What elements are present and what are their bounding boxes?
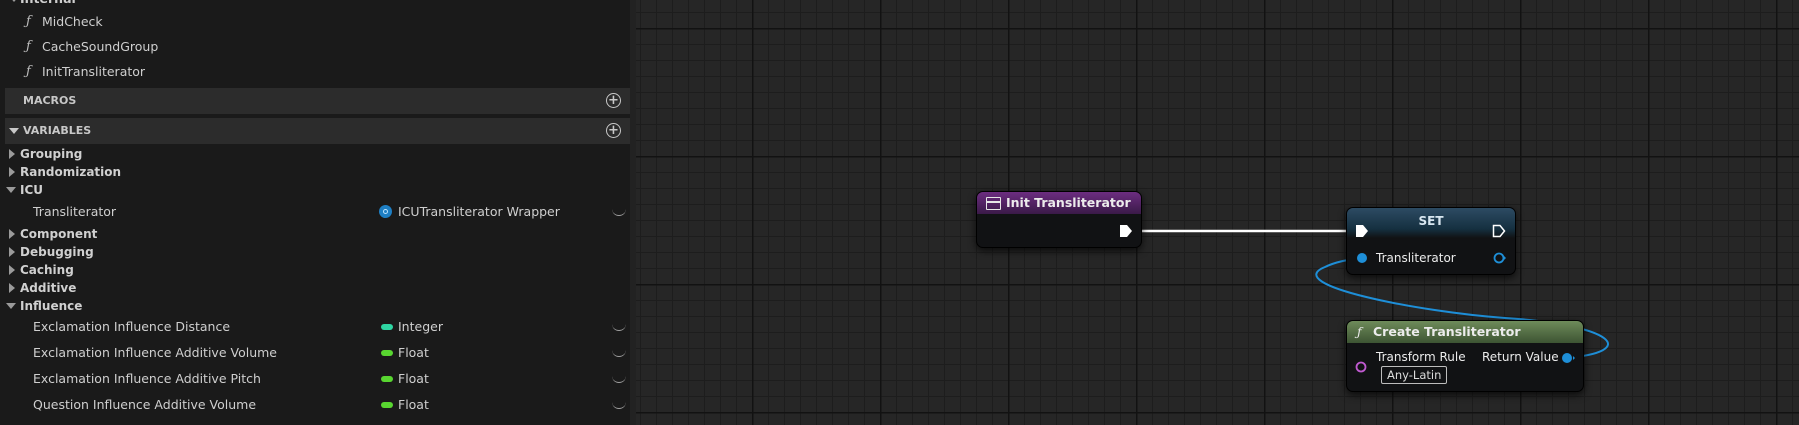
object-out-pin-icon[interactable] — [1561, 352, 1577, 365]
object-out-pin-icon[interactable] — [1493, 252, 1507, 265]
pin-label: Transliterator — [1376, 251, 1456, 265]
init-transliterator-node[interactable]: Init Transliterator — [976, 191, 1142, 248]
exec-in-pin-icon[interactable] — [1355, 224, 1369, 238]
function-icon: ƒ — [1357, 324, 1362, 339]
transform-rule-input[interactable]: Any-Latin — [1381, 366, 1448, 384]
string-in-pin-icon[interactable] — [1354, 361, 1369, 374]
object-in-pin-icon[interactable] — [1356, 252, 1369, 265]
node-header[interactable]: Init Transliterator — [977, 192, 1141, 214]
create-transliterator-node[interactable]: ƒ Create Transliterator Transform Rule A… — [1346, 320, 1584, 392]
node-title: Create Transliterator — [1373, 324, 1521, 339]
pin-label: Transform Rule — [1376, 350, 1466, 364]
set-transliterator-node[interactable]: SET Transliterator — [1346, 207, 1516, 275]
node-header[interactable]: SET — [1347, 208, 1515, 238]
event-icon — [986, 197, 1001, 210]
exec-out-pin-icon[interactable] — [1119, 224, 1133, 238]
pin-label: Return Value — [1482, 350, 1559, 364]
exec-out-pin-icon[interactable] — [1492, 224, 1506, 238]
node-title: Init Transliterator — [1006, 195, 1131, 210]
node-header[interactable]: ƒ Create Transliterator — [1347, 321, 1583, 343]
blueprint-editor: Internal ƒ MidCheck ƒ CacheSoundGroup ƒ … — [0, 0, 1799, 425]
node-title: SET — [1418, 214, 1444, 228]
